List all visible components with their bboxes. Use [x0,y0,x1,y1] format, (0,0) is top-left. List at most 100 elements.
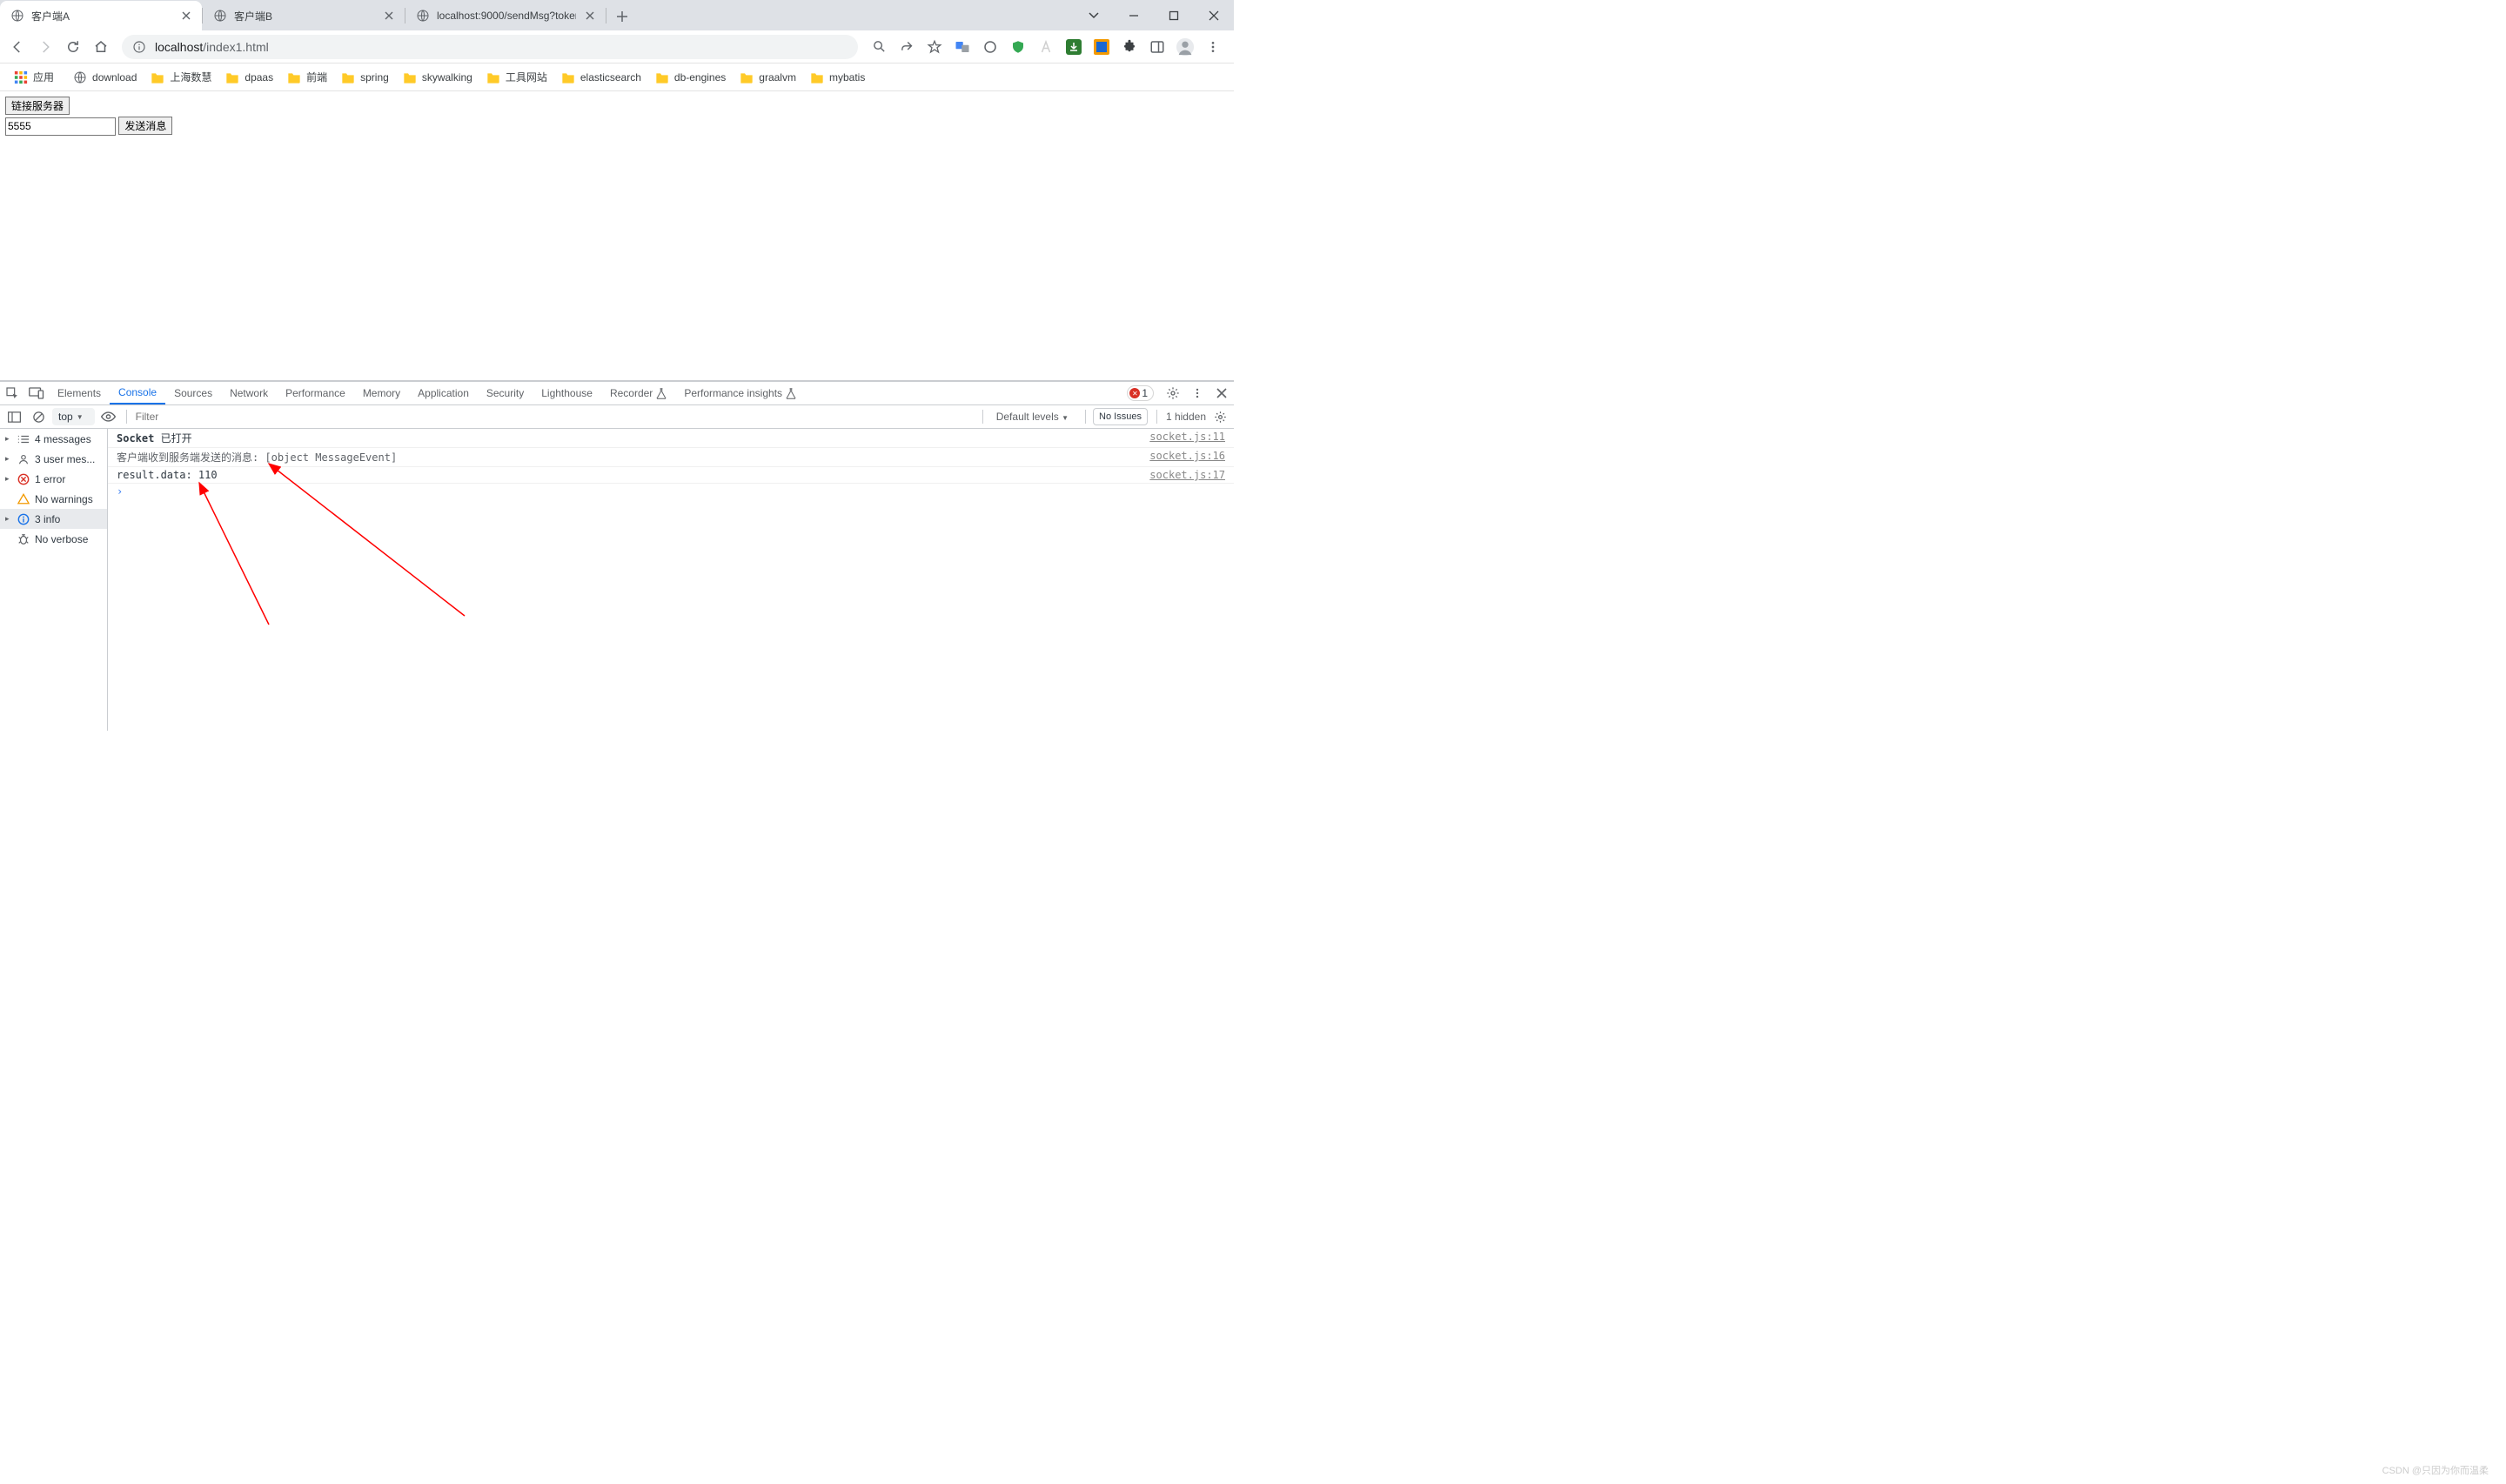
bookmark-item[interactable]: mybatis [803,65,872,90]
minimize-button[interactable] [1114,1,1154,30]
devtools-tab-memory[interactable]: Memory [354,382,409,404]
browser-tab-1[interactable]: 客户端B [203,1,405,30]
separator [982,410,983,424]
bookmarks-bar: 应用 download上海数慧dpaas前端spring skywalking 工具… [0,64,1234,91]
bookmark-item[interactable]: elasticsearch [554,65,648,90]
bookmark-item[interactable]: dpaas [218,65,280,90]
log-levels-selector[interactable]: Default levels ▼ [990,410,1078,424]
live-expression-eye-icon[interactable] [98,411,119,422]
bookmark-item[interactable]: 上海数慧 [144,65,218,90]
log-source-link[interactable]: socket.js:16 [1149,450,1225,462]
bookmark-item[interactable]: 工具网站 [479,65,554,90]
sidebar-verbose[interactable]: ▸No verbose [0,529,107,549]
browser-tab-2[interactable]: localhost:9000/sendMsg?token [405,1,606,30]
console-output[interactable]: Socket 已打开 socket.js:11 客户端收到服务端发送的消息: [… [108,429,1234,731]
close-tab-icon[interactable] [583,9,597,23]
devtools-tab-elements[interactable]: Elements [49,382,110,404]
person-icon [17,453,30,465]
side-panel-icon[interactable] [1145,35,1169,59]
console-settings-gear-icon[interactable] [1209,411,1230,424]
extension-icon[interactable] [978,35,1002,59]
extension-icon[interactable] [1089,35,1114,59]
filter-input[interactable] [134,410,975,424]
send-message-button[interactable]: 发送消息 [118,117,172,135]
folder-icon [810,70,824,84]
bookmark-item[interactable]: graalvm [733,65,803,90]
menu-kebab-icon[interactable] [1201,35,1225,59]
sidebar-messages[interactable]: ▸4 messages [0,429,107,449]
devtools-tab-performance-insights[interactable]: Performance insights [675,382,805,404]
message-input[interactable] [5,117,116,136]
clear-console-icon[interactable] [28,411,49,424]
forward-button[interactable] [33,35,57,59]
devtools-tab-network[interactable]: Network [221,382,277,404]
sidebar-user-messages[interactable]: ▸3 user mes... [0,449,107,469]
bookmark-label: skywalking [422,71,472,84]
context-selector[interactable]: top ▼ [52,408,95,425]
inspect-element-icon[interactable] [0,382,24,404]
apps-shortcut[interactable]: 应用 [7,65,61,90]
browser-toolbar: localhost/index1.html [0,30,1234,64]
device-toolbar-icon[interactable] [24,382,49,404]
devtools-tab-console[interactable]: Console [110,382,165,404]
tab-search-icon[interactable] [1074,1,1114,30]
levels-label: Default levels [996,411,1059,423]
profile-avatar-icon[interactable] [1173,35,1197,59]
address-bar[interactable]: localhost/index1.html [122,35,858,59]
devtools-tab-lighthouse[interactable]: Lighthouse [533,382,601,404]
translate-icon[interactable] [950,35,975,59]
devtools-tab-security[interactable]: Security [478,382,533,404]
sidebar-warnings[interactable]: ▸No warnings [0,489,107,509]
maximize-button[interactable] [1154,1,1194,30]
share-icon[interactable] [895,35,919,59]
sidebar-info[interactable]: ▸3 info [0,509,107,529]
bookmark-item[interactable]: download [66,65,144,90]
search-icon[interactable] [867,35,891,59]
bookmark-item[interactable]: spring [334,65,396,90]
devtools-tab-recorder[interactable]: Recorder [601,382,675,404]
new-tab-button[interactable] [610,4,634,29]
bookmark-item[interactable]: db-engines [648,65,733,90]
bookmark-label: elasticsearch [580,71,641,84]
sidebar-toggle-icon[interactable] [3,411,24,423]
bookmark-star-icon[interactable] [922,35,947,59]
log-source-link[interactable]: socket.js:17 [1149,469,1225,481]
more-kebab-icon[interactable] [1185,387,1209,399]
devtools-tab-performance[interactable]: Performance [277,382,354,404]
site-info-icon[interactable] [132,40,146,54]
tab-label: Lighthouse [541,387,593,399]
sidebar-label: 1 error [35,473,65,485]
settings-gear-icon[interactable] [1161,386,1185,400]
close-tab-icon[interactable] [179,9,193,23]
info-circle-icon [17,513,30,525]
extensions-puzzle-icon[interactable] [1117,35,1142,59]
tab-label: Console [118,386,157,398]
devtools-tab-sources[interactable]: Sources [165,382,221,404]
close-devtools-icon[interactable] [1209,388,1234,398]
bookmark-item[interactable]: 前端 [280,65,334,90]
error-count-pill[interactable]: ✕ 1 [1127,385,1154,401]
home-button[interactable] [89,35,113,59]
close-tab-icon[interactable] [382,9,396,23]
reload-button[interactable] [61,35,85,59]
tab-label: Sources [174,387,212,399]
extension-icon[interactable] [1034,35,1058,59]
close-window-button[interactable] [1194,1,1234,30]
bookmark-item[interactable]: skywalking [396,65,479,90]
log-entry: 客户端收到服务端发送的消息: [object MessageEvent] soc… [108,448,1234,467]
globe-icon [416,9,430,23]
connect-server-button[interactable]: 链接服务器 [5,97,70,115]
devtools-tab-application[interactable]: Application [409,382,478,404]
browser-tab-0[interactable]: 客户端A [0,1,202,30]
console-prompt[interactable]: › [108,484,1234,499]
devtools-tab-bar: ElementsConsoleSourcesNetworkPerformance… [0,382,1234,405]
sidebar-label: 3 user mes... [35,453,95,465]
bug-icon [17,533,30,545]
bookmark-label: graalvm [759,71,796,84]
back-button[interactable] [5,35,30,59]
shield-icon[interactable] [1006,35,1030,59]
extension-icon[interactable] [1062,35,1086,59]
log-source-link[interactable]: socket.js:11 [1149,431,1225,443]
issues-pill[interactable]: No Issues [1093,408,1148,425]
sidebar-errors[interactable]: ▸1 error [0,469,107,489]
